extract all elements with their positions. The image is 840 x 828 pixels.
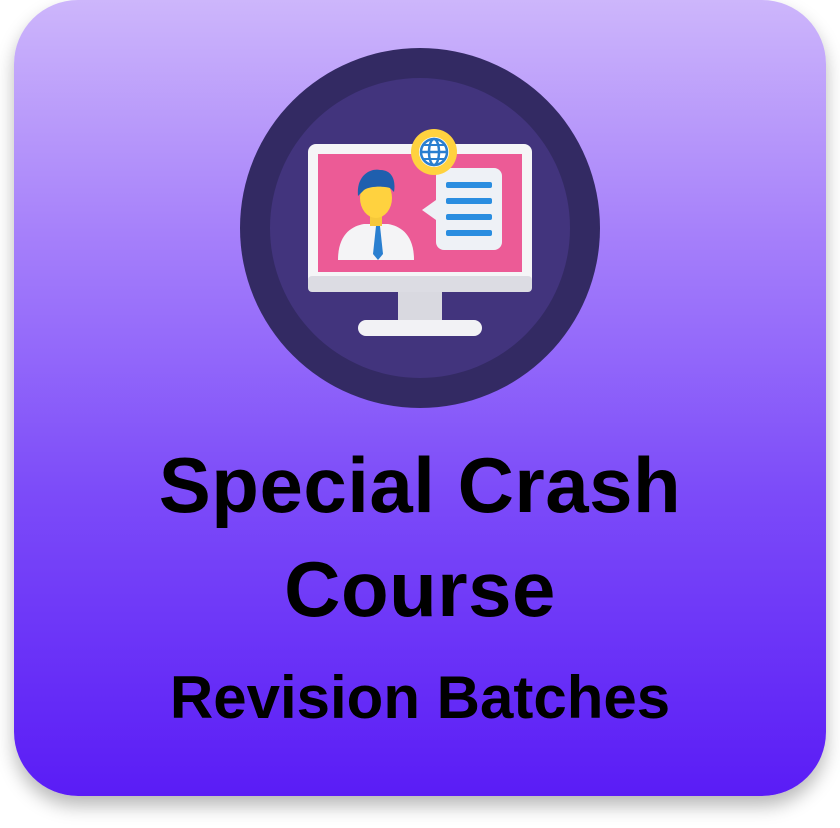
course-tile[interactable]: Special Crash Course Revision Batches xyxy=(14,0,826,796)
course-title-line-2: Course xyxy=(284,545,556,633)
online-class-monitor-icon xyxy=(240,48,600,408)
globe-icon xyxy=(411,129,457,175)
course-subtitle: Revision Batches xyxy=(169,664,671,731)
course-title-line-1: Special Crash xyxy=(158,441,682,529)
